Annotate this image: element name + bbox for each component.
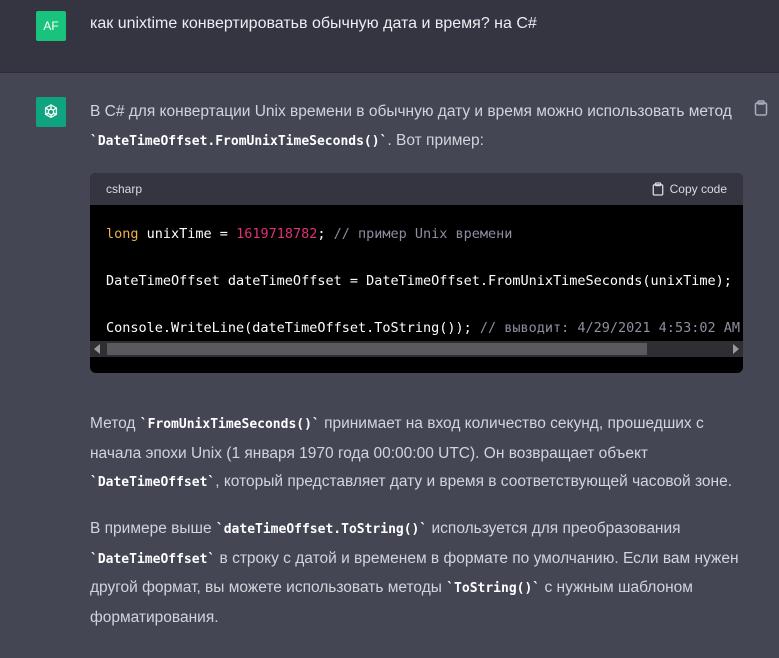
- code-language-label: csharp: [106, 182, 143, 196]
- inline-code-datetimeoffset: `DateTimeOffset`: [90, 475, 216, 490]
- p2-text-1: Метод: [90, 415, 140, 432]
- code-content: long unixTime = 1619718782; // пример Un…: [90, 205, 743, 357]
- code-block-header: csharp Copy code: [90, 173, 743, 205]
- code-comment: // пример Unix времени: [333, 226, 513, 242]
- p3-text-2: используется для преобразования: [427, 520, 681, 537]
- user-message-row: AF как unixtime конвертироватьв обычную …: [0, 0, 779, 73]
- scroll-left-arrow-icon[interactable]: [94, 344, 100, 354]
- code-comment: // выводит: 4/29/2021 4:53:02 AM +00:00: [479, 320, 740, 336]
- copy-message-icon[interactable]: [754, 100, 772, 118]
- code-keyword: long: [106, 226, 139, 242]
- p1-text-1: В C# для конвертации Unix времени в обыч…: [90, 103, 732, 120]
- code-semicolon: ;: [317, 226, 334, 242]
- clipboard-icon: [652, 182, 663, 196]
- answer-paragraph-3: В примере выше `dateTimeOffset.ToString(…: [90, 515, 755, 632]
- inline-code-tostring-call: `dateTimeOffset.ToString()`: [215, 522, 428, 537]
- inline-code-fromunixtimeseconds: `DateTimeOffset.FromUnixTimeSeconds()`: [90, 133, 388, 149]
- openai-logo-icon: [44, 104, 58, 119]
- p1-text-2: . Вот пример:: [387, 131, 484, 149]
- code-text: DateTimeOffset dateTimeOffset = DateTime…: [106, 273, 732, 289]
- inline-code-tostring: `ToString()`: [446, 581, 541, 596]
- user-message-text: как unixtime конвертироватьв обычную дат…: [90, 15, 537, 32]
- answer-paragraph-1: В C# для конвертации Unix времени в обыч…: [90, 98, 755, 156]
- p3-text-1: В примере выше: [90, 520, 216, 537]
- code-text: unixTime =: [138, 226, 237, 242]
- copy-code-label: Copy code: [669, 182, 727, 196]
- code-line-3: Console.WriteLine(dateTimeOffset.ToStrin…: [106, 320, 743, 336]
- scrollbar-thumb[interactable]: [107, 343, 647, 355]
- inline-code-fromunixtimeseconds: `FromUnixTimeSeconds()`: [139, 417, 320, 432]
- code-line-2: DateTimeOffset dateTimeOffset = DateTime…: [106, 273, 732, 289]
- copy-code-button[interactable]: Copy code: [652, 182, 727, 196]
- assistant-message-row: В C# для конвертации Unix времени в обыч…: [0, 73, 779, 658]
- p2-text-3: , который представляет дату и время в со…: [215, 473, 733, 490]
- code-text: Console.WriteLine(dateTimeOffset.ToStrin…: [106, 320, 480, 336]
- code-line-1: long unixTime = 1619718782; // пример Un…: [106, 226, 512, 242]
- inline-code-datetimeoffset: `DateTimeOffset`: [90, 551, 216, 567]
- horizontal-scrollbar[interactable]: [90, 341, 743, 357]
- user-avatar: AF: [36, 11, 66, 41]
- assistant-avatar: [36, 97, 66, 127]
- code-number: 1619718782: [236, 226, 318, 242]
- answer-paragraph-2: Метод `FromUnixTimeSeconds()` принимает …: [90, 410, 755, 498]
- scroll-right-arrow-icon[interactable]: [733, 344, 739, 354]
- code-block: csharp Copy code long unixTime = 1619718…: [90, 173, 743, 373]
